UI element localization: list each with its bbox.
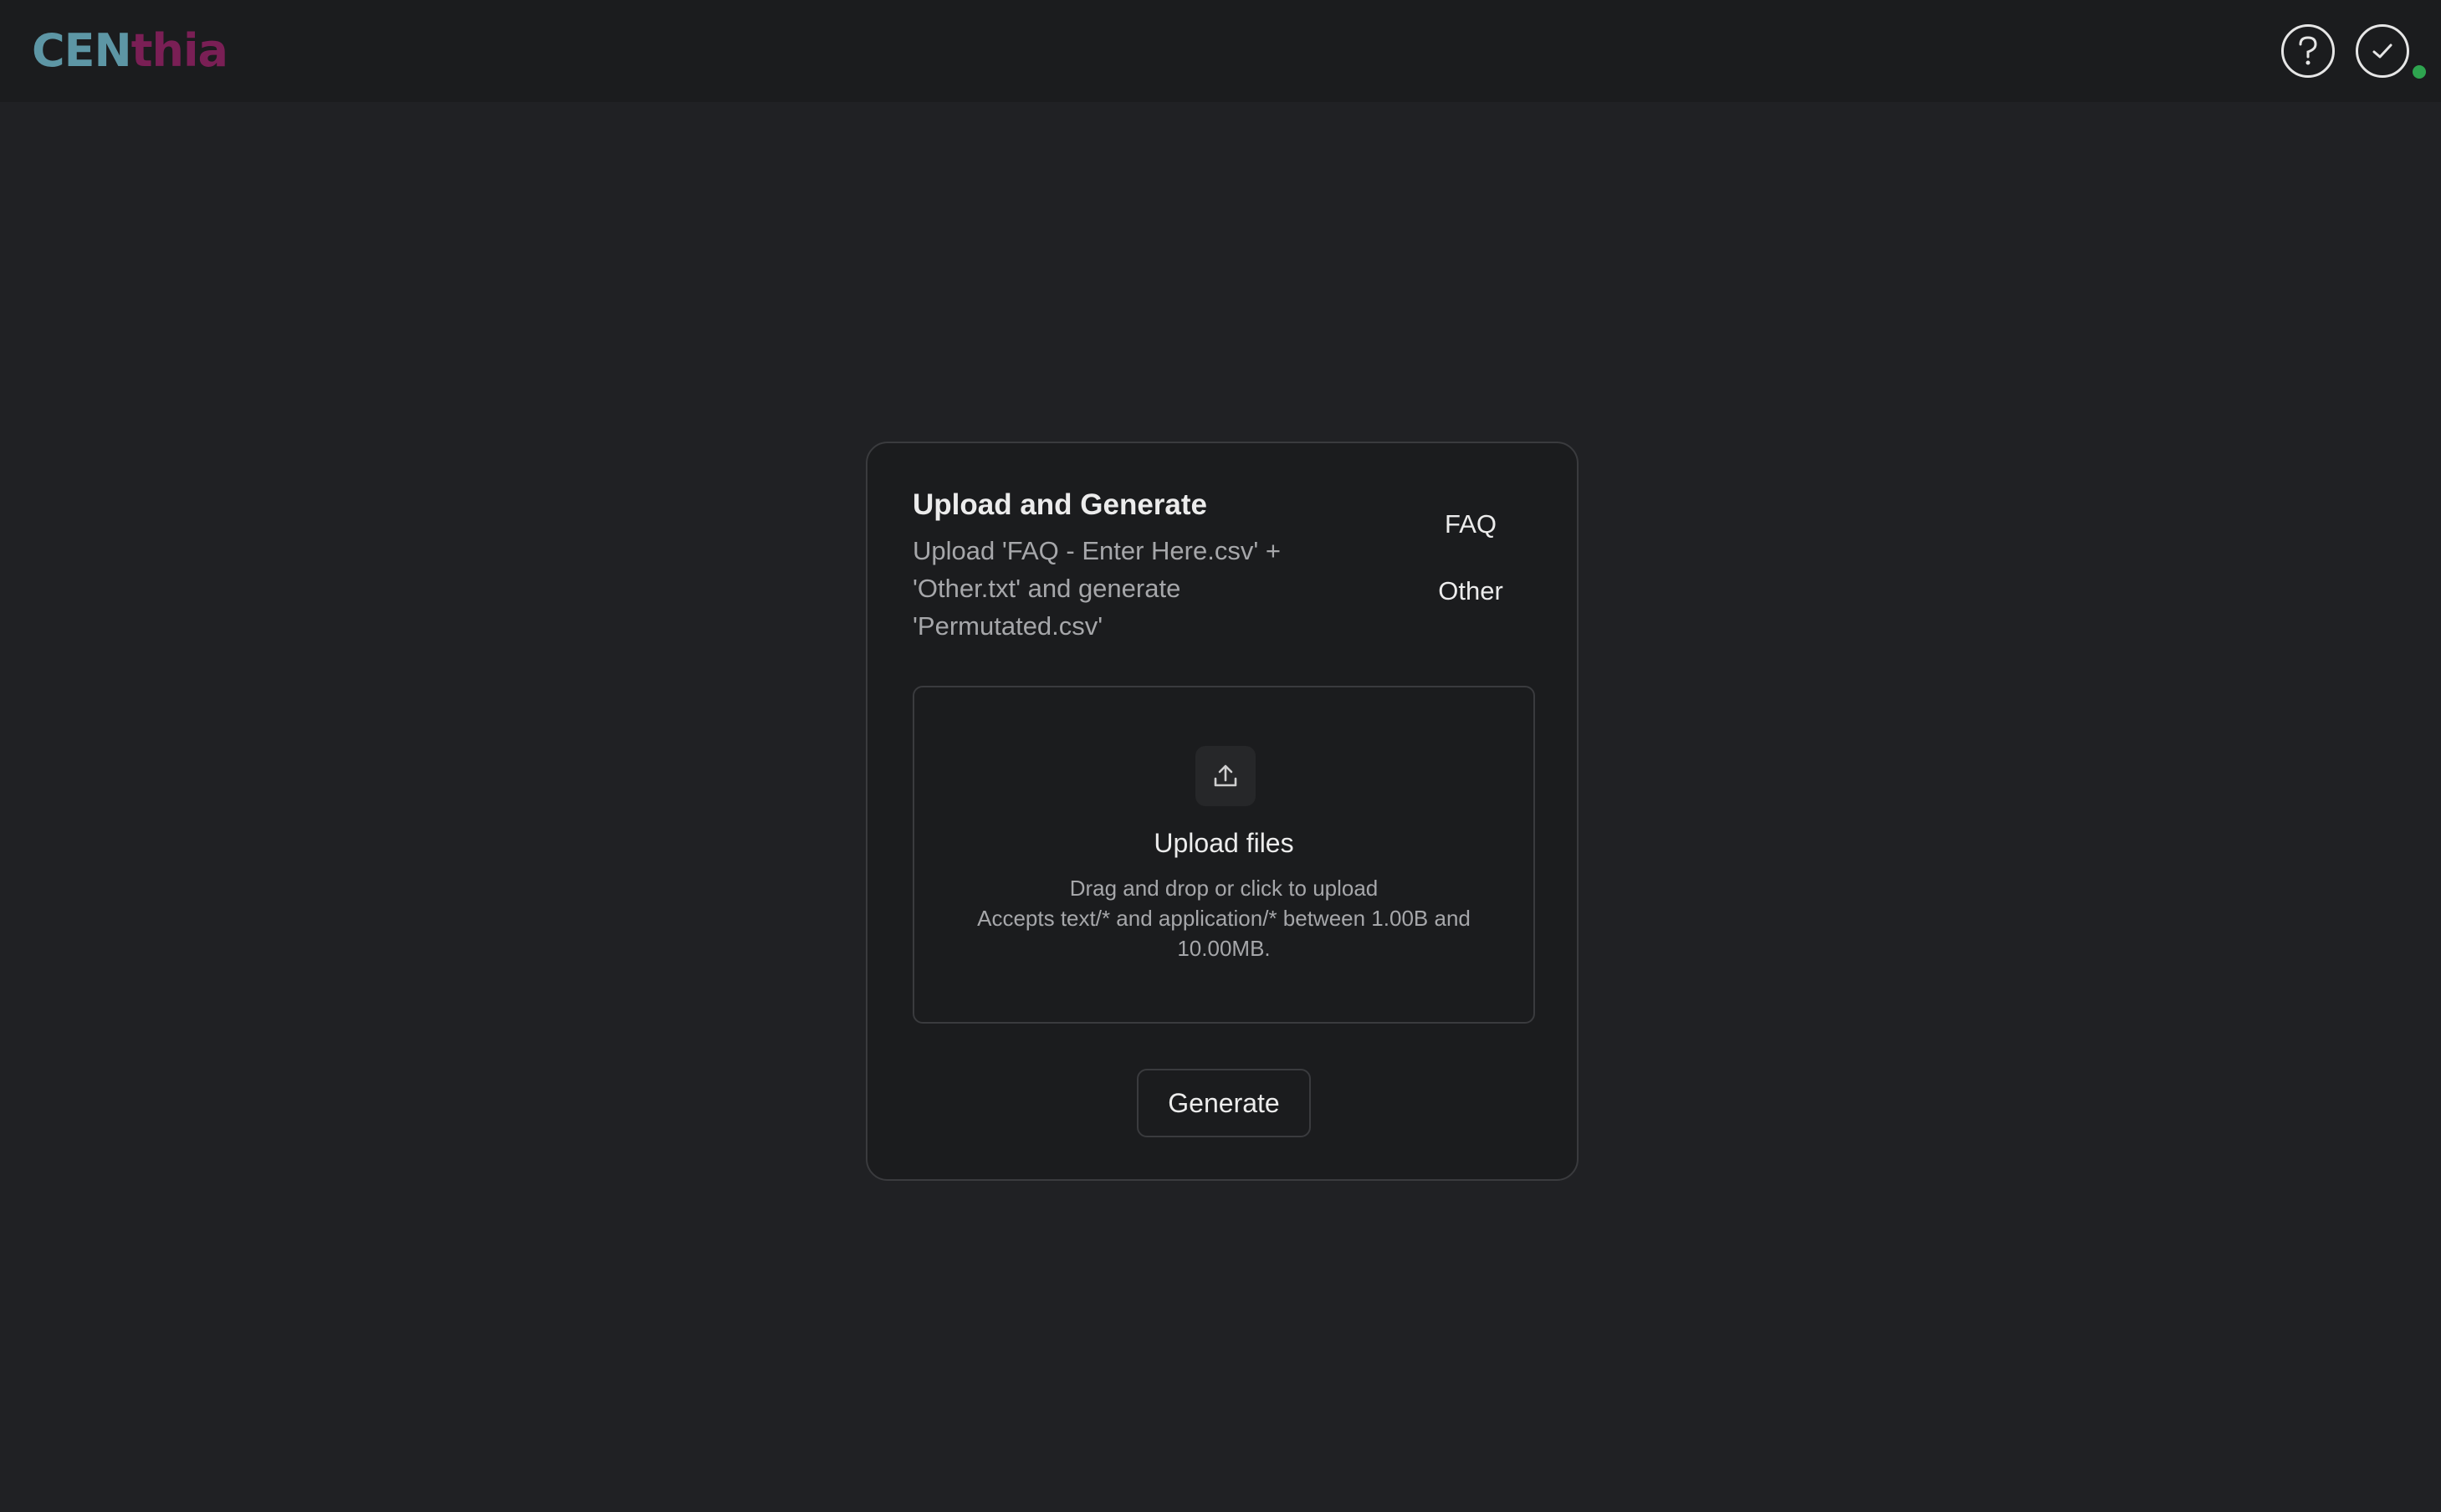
help-circle-icon <box>2299 36 2317 65</box>
faq-link[interactable]: FAQ <box>1425 508 1517 541</box>
help-button[interactable] <box>2281 24 2335 78</box>
upload-icon <box>1214 764 1237 787</box>
card-title: Upload and Generate <box>913 488 1208 521</box>
logo-thia: thia <box>130 24 228 77</box>
check-circle-icon <box>2372 43 2392 59</box>
online-status-dot <box>2413 65 2426 79</box>
top-bar: CENthia <box>0 0 2441 102</box>
other-link[interactable]: Other <box>1425 575 1517 608</box>
file-dropzone[interactable]: Upload files Drag and drop or click to u… <box>913 686 1535 1024</box>
dropzone-hint-line2: Accepts text/* and application/* between… <box>977 906 1471 961</box>
app-logo[interactable]: CENthia <box>32 23 228 79</box>
dropzone-title: Upload files <box>1154 828 1294 858</box>
generate-button[interactable]: Generate <box>1137 1069 1311 1137</box>
card-description: Upload 'FAQ - Enter Here.csv' + 'Other.t… <box>913 536 1281 641</box>
dropzone-hint-line1: Drag and drop or click to upload <box>1069 876 1379 901</box>
status-button[interactable] <box>2356 24 2409 78</box>
dropzone-hint: Drag and drop or click to upload Accepts… <box>973 873 1475 963</box>
upload-generate-card: Upload and Generate Upload 'FAQ - Enter … <box>866 442 1579 1181</box>
logo-cen: CEN <box>32 24 132 77</box>
upload-icon-box <box>1195 746 1256 806</box>
